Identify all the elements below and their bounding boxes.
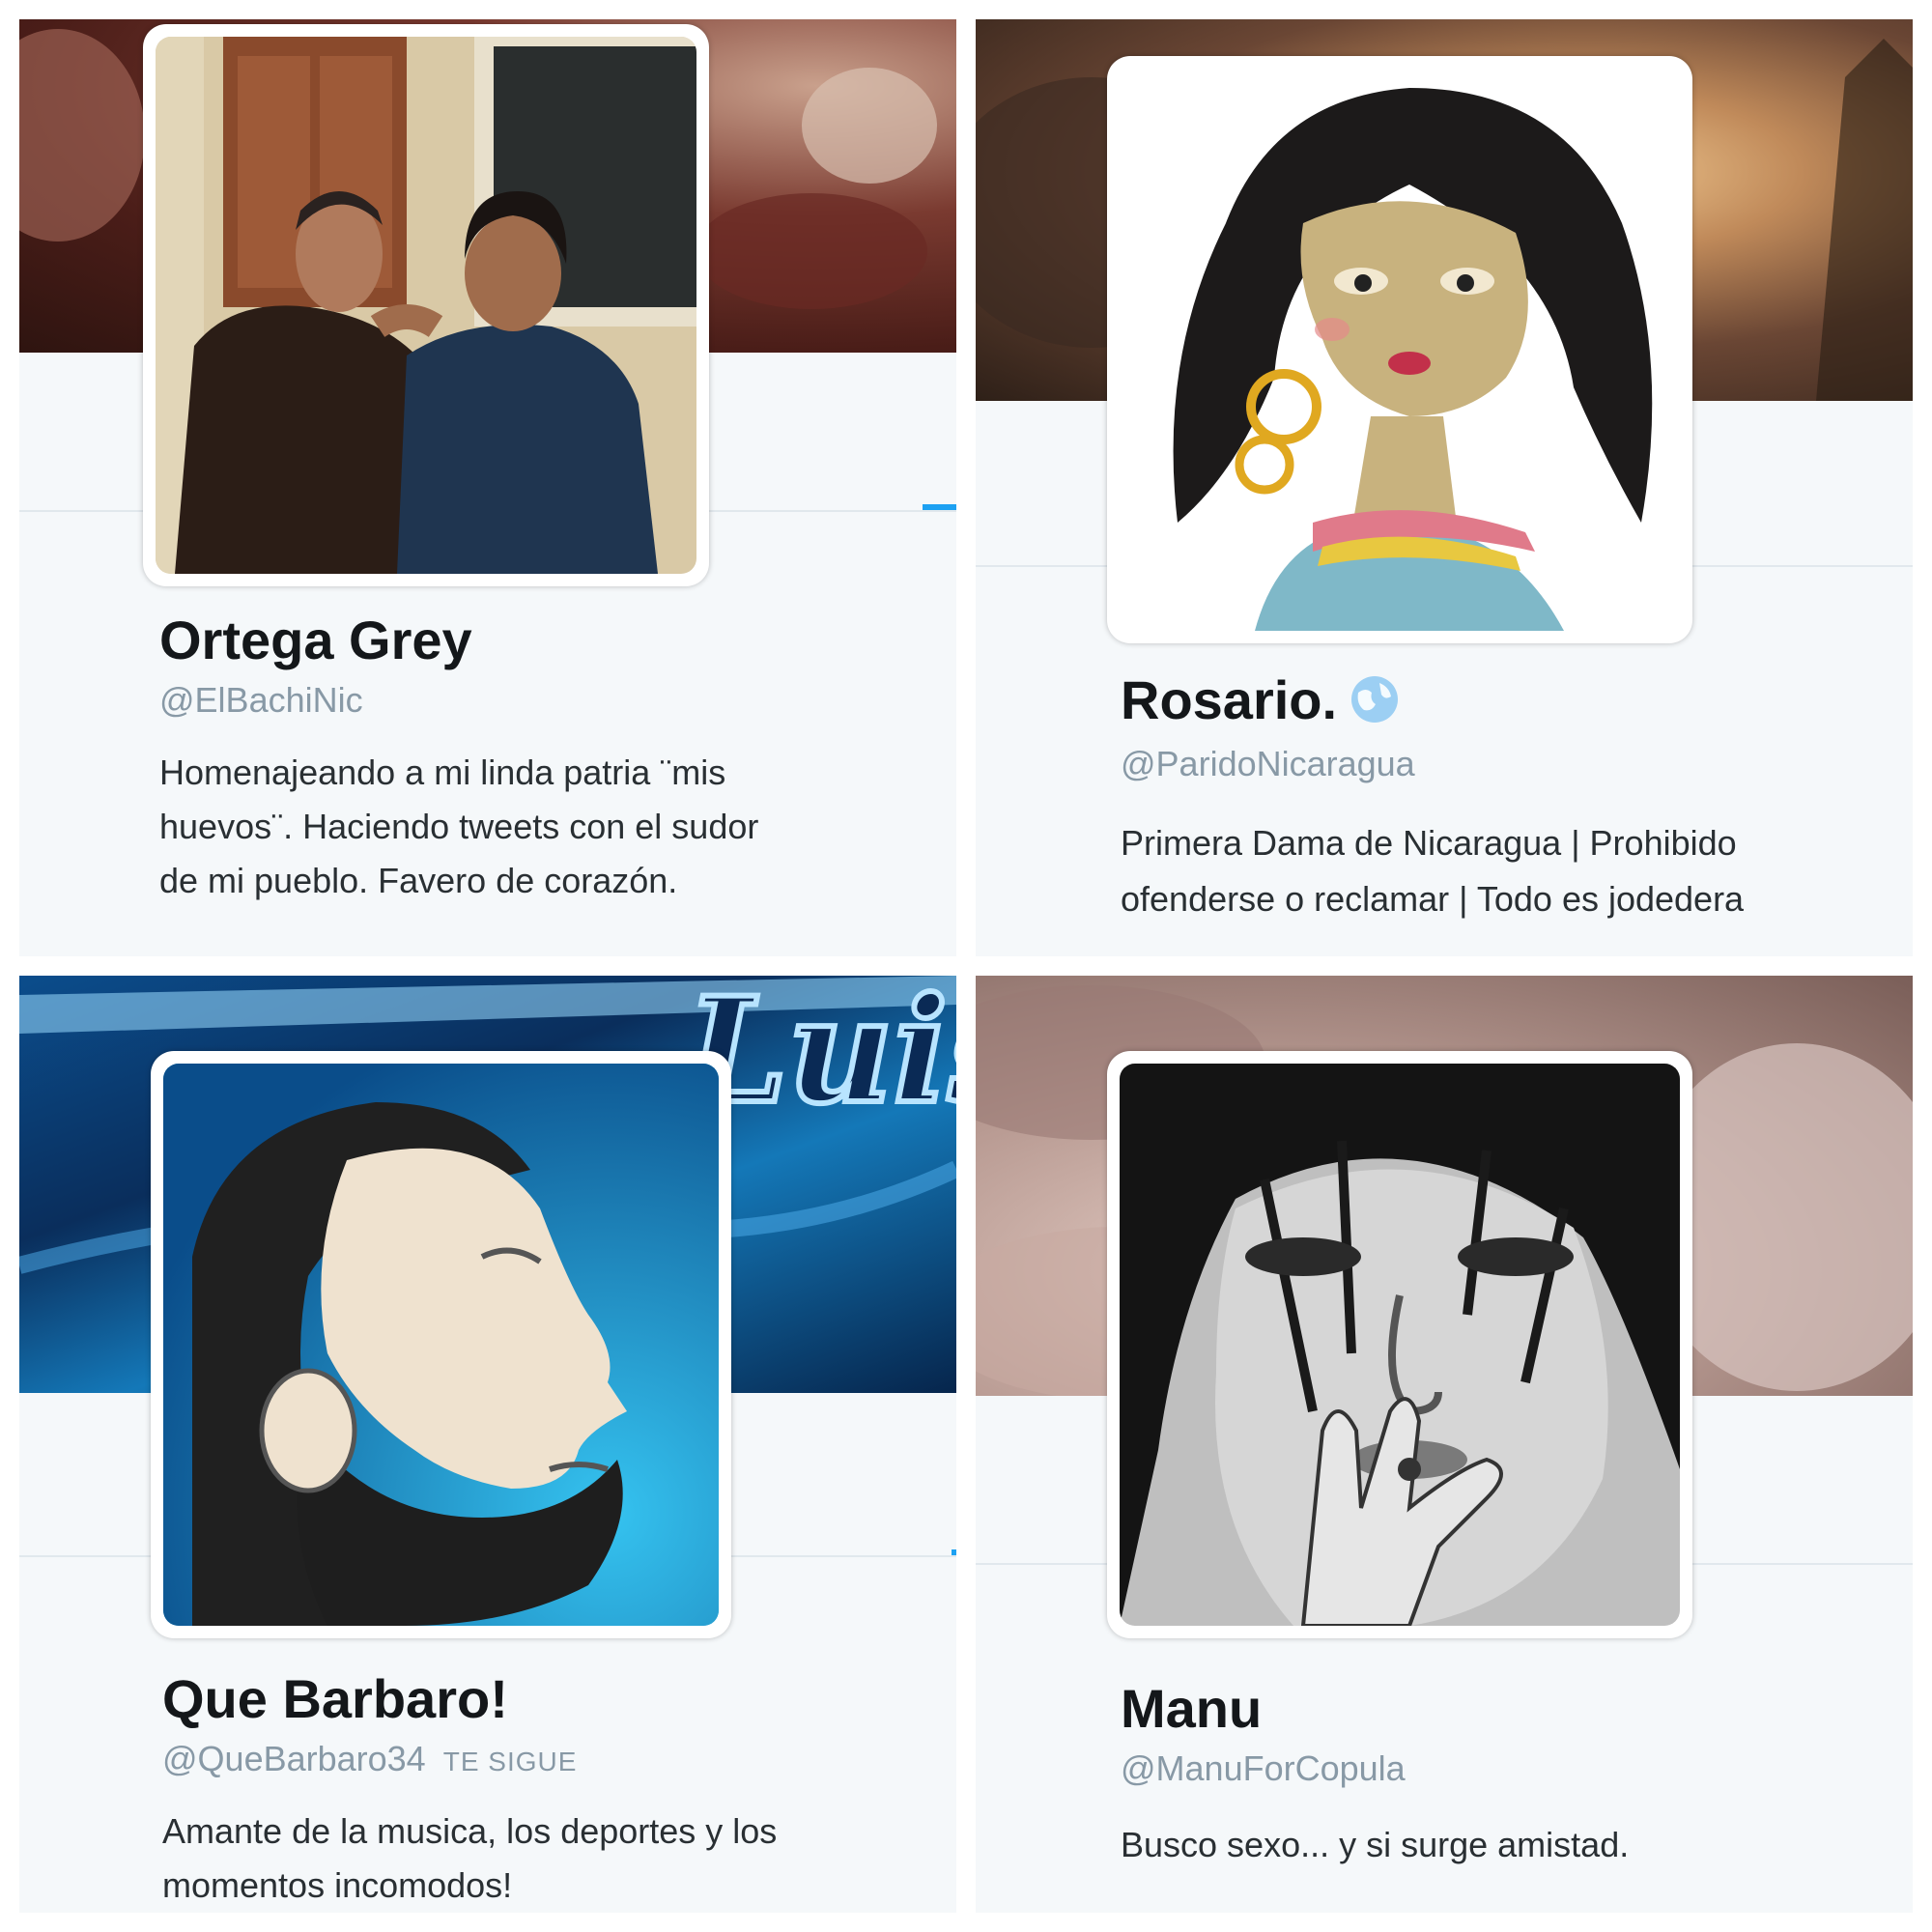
profile-handle[interactable]: @ParidoNicaragua — [1121, 744, 1415, 784]
profile-bio: Amante de la musica, los deportes y los … — [162, 1804, 777, 1913]
profile-handle[interactable]: @ManuForCopula — [1121, 1748, 1406, 1789]
profile-name: Rosario. — [1121, 668, 1399, 736]
profile-bio: Busco sexo... y si surge amistad. — [1121, 1818, 1629, 1872]
avatar-photo — [156, 37, 696, 574]
avatar[interactable] — [151, 1051, 731, 1638]
profile-handle-row: @QueBarbaro34 TE SIGUE — [162, 1739, 577, 1779]
bio-line: Primera Dama de Nicaragua | Prohibido — [1121, 823, 1737, 863]
profile-name-text: Rosario. — [1121, 669, 1338, 730]
avatar-photo — [163, 1064, 719, 1626]
photo-two-men-icon — [156, 37, 696, 574]
profile-card-ortega: Ortega Grey @ElBachiNic Homenajeando a m… — [19, 19, 956, 956]
bio-line: momentos incomodos! — [162, 1865, 513, 1905]
follows-you-badge: TE SIGUE — [442, 1747, 578, 1776]
bio-line: Busco sexo... y si surge amistad. — [1121, 1825, 1630, 1864]
caricature-woman-icon — [1120, 69, 1680, 631]
profile-name: Que Barbaro! — [162, 1668, 508, 1729]
bio-line: ofenderse o reclamar | Todo es jodedera — [1121, 879, 1745, 919]
avatar[interactable] — [1107, 1051, 1692, 1638]
profile-handle[interactable]: @ElBachiNic — [159, 680, 363, 721]
bio-line: Homenajeando a mi linda patria ¨mis — [159, 753, 726, 792]
profile-handle[interactable]: @QueBarbaro34 — [162, 1739, 426, 1778]
globe-icon — [1350, 673, 1399, 736]
profile-card-quebarbaro: Luis Que Barbaro! @QueBarbaro34TE SIGUE … — [19, 976, 956, 1913]
profile-bio: Homenajeando a mi linda patria ¨mis huev… — [159, 746, 758, 908]
avatar-photo — [1120, 1064, 1680, 1626]
drawing-woman-face-icon — [1120, 1064, 1680, 1626]
bearded-profile-illustration-icon — [163, 1064, 719, 1626]
avatar[interactable] — [1107, 56, 1692, 643]
bio-line: Amante de la musica, los deportes y los — [162, 1811, 778, 1851]
avatar[interactable] — [143, 24, 709, 586]
profile-name: Manu — [1121, 1678, 1263, 1739]
profile-card-rosario: Rosario. @ParidoNicaragua Primera Dama d… — [976, 19, 1913, 956]
avatar-photo — [1120, 69, 1680, 631]
profile-name: Ortega Grey — [159, 610, 472, 670]
profile-bio: Primera Dama de Nicaragua | Prohibido of… — [1121, 815, 1744, 927]
bio-line: de mi pueblo. Favero de corazón. — [159, 861, 678, 900]
bio-line: huevos¨. Haciendo tweets con el sudor — [159, 807, 759, 846]
profile-card-manu: Manu @ManuForCopula Busco sexo... y si s… — [976, 976, 1913, 1913]
